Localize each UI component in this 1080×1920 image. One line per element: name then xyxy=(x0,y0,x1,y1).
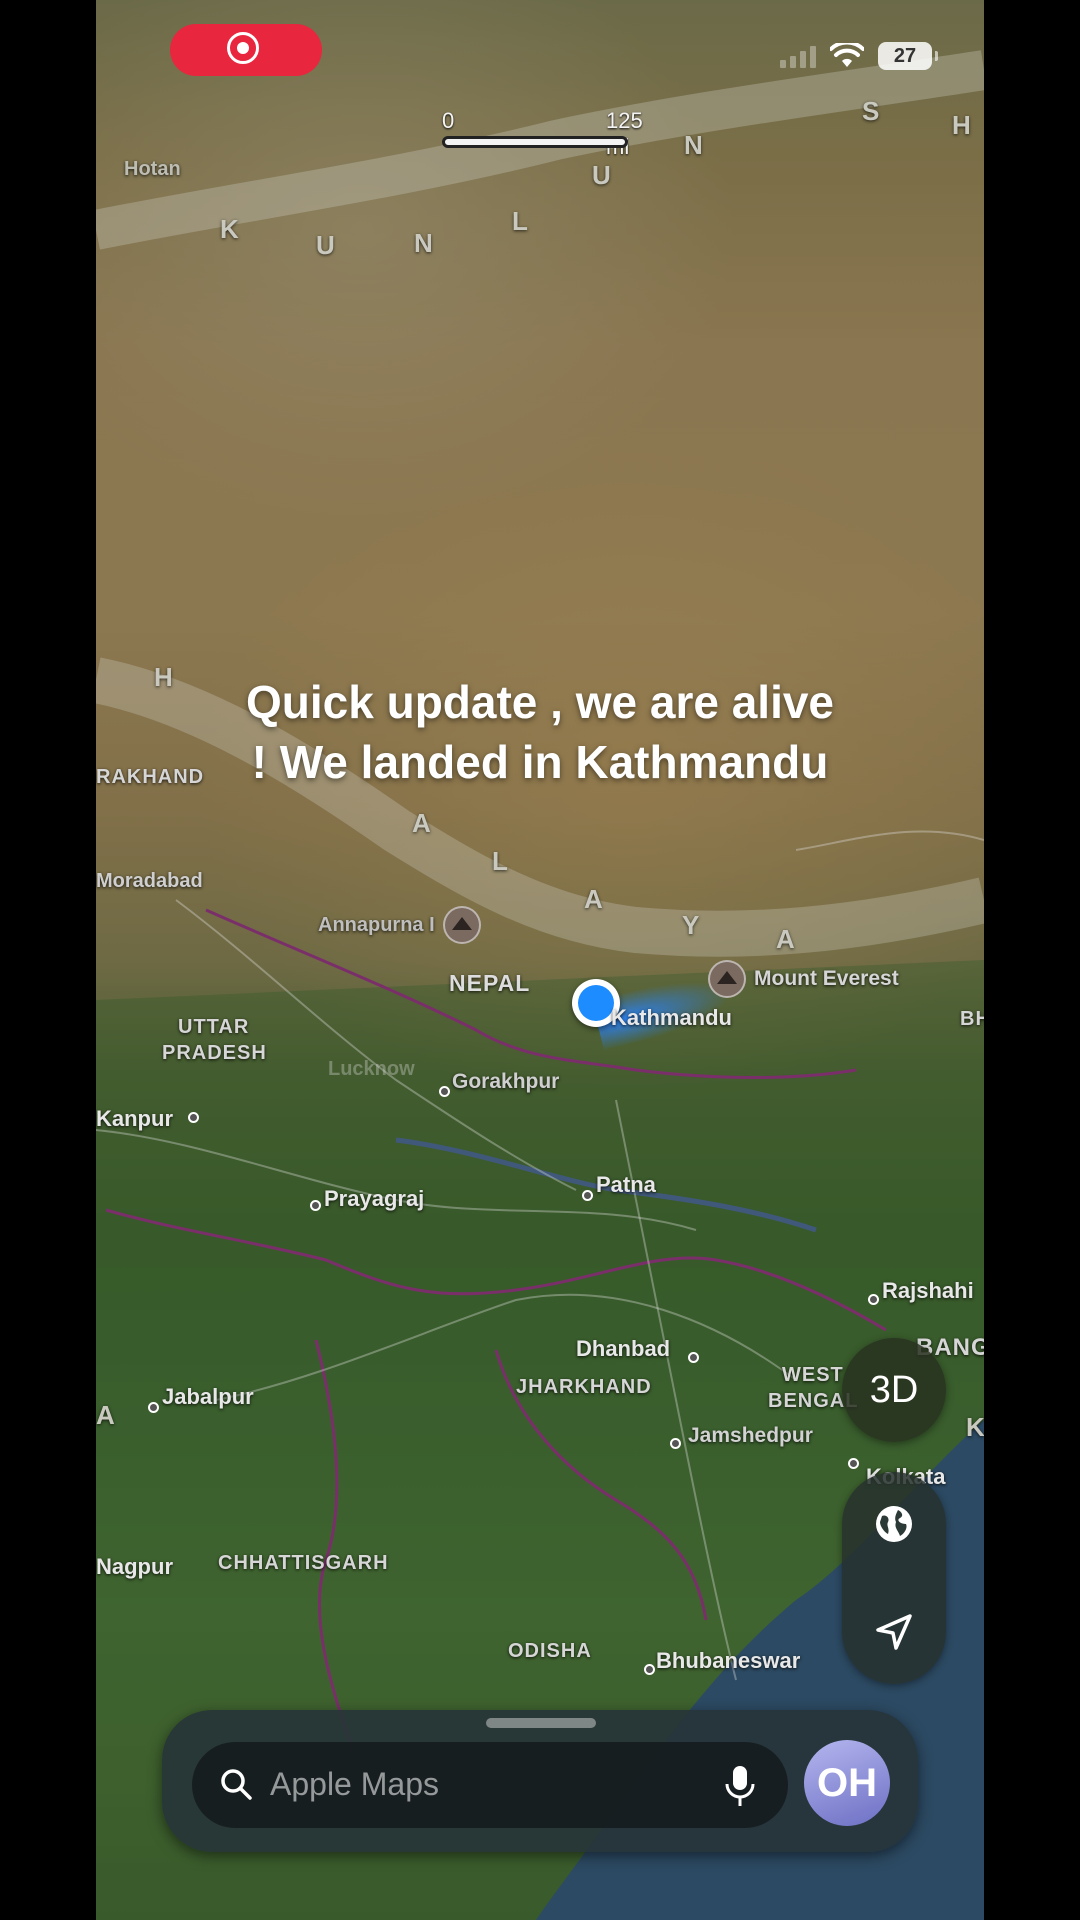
city-dot xyxy=(670,1438,681,1449)
screen-recording-indicator[interactable] xyxy=(170,24,322,76)
range-letter: N xyxy=(684,130,703,160)
place-label[interactable]: Kathmandu xyxy=(611,1005,732,1031)
globe-icon xyxy=(876,1506,912,1542)
place-label[interactable]: Jabalpur xyxy=(162,1384,254,1410)
scale-end-label: 125 mi xyxy=(606,108,643,159)
place-label[interactable]: Nagpur xyxy=(96,1554,173,1580)
place-label[interactable]: Kanpur xyxy=(96,1106,173,1132)
range-letter: S xyxy=(862,96,880,126)
place-label[interactable]: Hotan xyxy=(124,158,181,181)
place-label[interactable]: Prayagraj xyxy=(324,1186,424,1212)
location-arrow-icon xyxy=(876,1614,912,1650)
region-label: CHHATTISGARH xyxy=(218,1552,389,1574)
place-label[interactable]: Jamshedpur xyxy=(688,1424,813,1448)
city-dot xyxy=(148,1402,159,1413)
range-letter: A xyxy=(584,884,603,914)
sheet-grabber[interactable] xyxy=(486,1718,596,1728)
place-label[interactable]: Patna xyxy=(596,1172,656,1198)
cellular-signal-icon xyxy=(780,44,816,68)
range-letter: U xyxy=(316,230,335,260)
place-label[interactable]: Moradabad xyxy=(96,870,203,893)
record-icon xyxy=(227,32,259,64)
range-letter: N xyxy=(414,228,433,258)
place-label[interactable]: Bhubaneswar xyxy=(656,1648,800,1674)
caption-line: Quick update , we are alive xyxy=(245,676,835,728)
region-label: BH xyxy=(960,1008,984,1030)
poi-annapurna[interactable]: Annapurna I xyxy=(318,906,481,944)
wifi-icon xyxy=(830,43,864,67)
city-dot xyxy=(644,1664,655,1675)
place-label[interactable]: Lucknow xyxy=(328,1058,415,1081)
search-sheet[interactable]: Apple Maps OH xyxy=(162,1710,918,1852)
range-letter: Y xyxy=(682,910,700,940)
range-letter: K xyxy=(966,1412,984,1442)
mountain-ridge xyxy=(96,50,984,250)
account-avatar[interactable]: OH xyxy=(804,1740,890,1826)
region-label: JHARKHAND xyxy=(516,1376,652,1398)
country-label: NEPAL xyxy=(449,970,531,996)
region-label: WEST xyxy=(782,1364,844,1386)
region-label: PRADESH xyxy=(162,1042,267,1064)
status-icons: 27 xyxy=(780,42,938,70)
map-screen[interactable]: K U N L U N S H H A L A Y A A K Hotan RA… xyxy=(96,0,984,1920)
map-controls xyxy=(842,1472,946,1684)
range-letter: A xyxy=(96,1400,115,1430)
mountain-icon xyxy=(708,960,746,998)
range-letter: L xyxy=(492,846,508,876)
microphone-icon[interactable] xyxy=(722,1762,758,1810)
search-icon xyxy=(221,1769,252,1800)
scale-start-label: 0 xyxy=(442,108,455,133)
city-dot xyxy=(439,1086,450,1097)
road xyxy=(795,830,984,851)
place-label: Annapurna I xyxy=(318,913,435,936)
city-dot xyxy=(868,1294,879,1305)
place-label[interactable]: Dhanbad xyxy=(576,1336,670,1362)
search-placeholder: Apple Maps xyxy=(270,1766,439,1802)
range-letter: H xyxy=(952,110,971,140)
place-label[interactable]: Rajshahi xyxy=(882,1278,974,1304)
range-letter: U xyxy=(592,160,611,190)
video-caption: Quick update , we are alive ! We landed … xyxy=(96,672,984,792)
scale-bar xyxy=(442,136,628,148)
city-dot xyxy=(310,1200,321,1211)
range-letter: A xyxy=(412,808,431,838)
city-dot xyxy=(848,1458,859,1469)
range-letter: L xyxy=(512,206,528,236)
map-mode-button[interactable] xyxy=(842,1472,946,1576)
city-dot xyxy=(688,1352,699,1363)
tracking-button[interactable] xyxy=(842,1580,946,1684)
range-letter: A xyxy=(776,924,795,954)
3d-toggle-button[interactable]: 3D xyxy=(842,1338,946,1442)
region-label: ODISHA xyxy=(508,1640,592,1662)
battery-indicator: 27 xyxy=(878,42,938,70)
poi-everest[interactable]: Mount Everest xyxy=(708,960,899,998)
place-label: Mount Everest xyxy=(754,967,899,990)
place-label[interactable]: Gorakhpur xyxy=(452,1070,559,1094)
range-letter: K xyxy=(220,214,239,244)
city-dot xyxy=(188,1112,199,1123)
search-field[interactable]: Apple Maps xyxy=(192,1742,788,1828)
mountain-icon xyxy=(442,906,481,944)
city-dot xyxy=(582,1190,593,1201)
region-label: UTTAR xyxy=(178,1016,250,1038)
caption-line: ! We landed in Kathmandu xyxy=(251,736,829,788)
